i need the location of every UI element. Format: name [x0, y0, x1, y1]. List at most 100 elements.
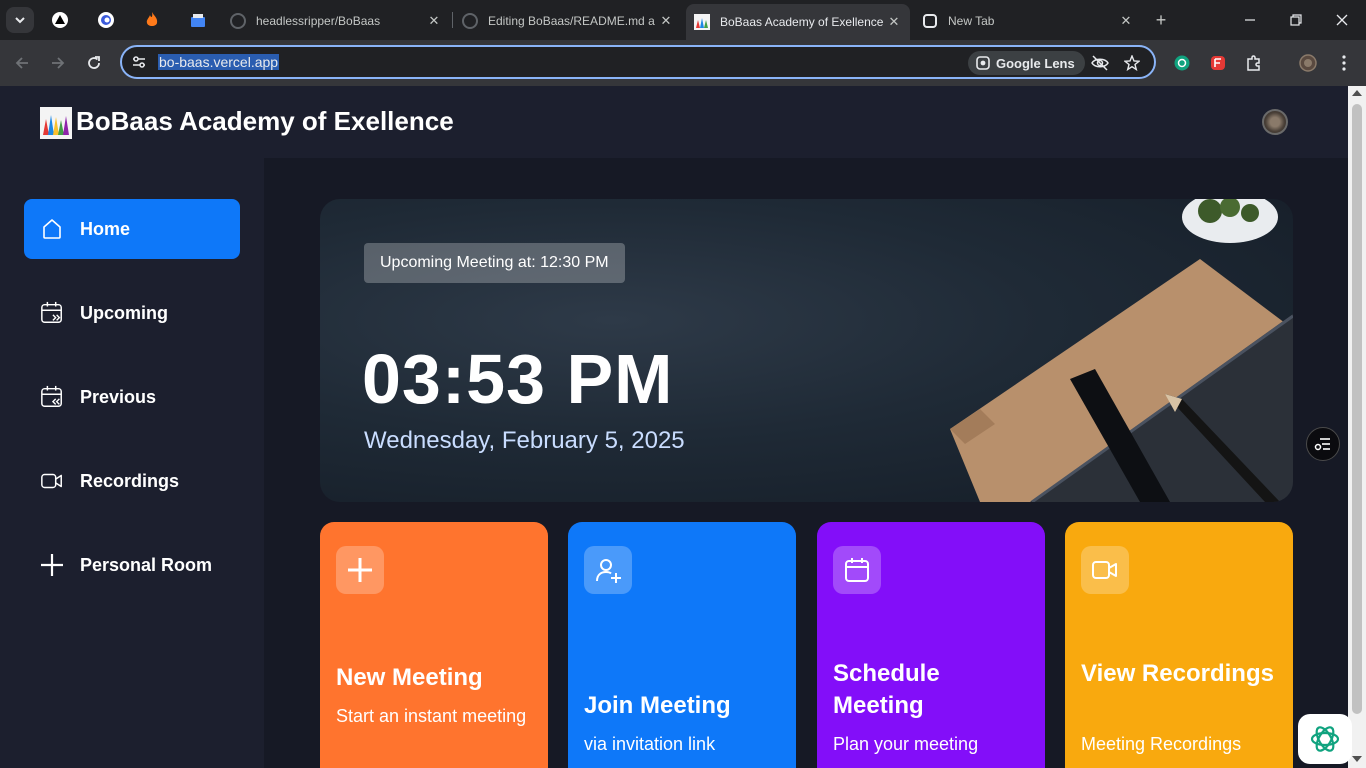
pinned-tab-3[interactable]: [140, 8, 164, 32]
card-title: Join Meeting: [584, 692, 731, 719]
github-icon: [230, 13, 246, 29]
tab-divider: [452, 12, 453, 28]
upcoming-meeting-badge: Upcoming Meeting at: 12:30 PM: [364, 243, 625, 283]
sidebar-item-label: Personal Room: [80, 554, 213, 575]
site-logo-icon: [694, 14, 710, 30]
close-icon[interactable]: ✕: [658, 13, 674, 29]
new-meeting-card[interactable]: New Meeting Start an instant meeting: [320, 522, 548, 768]
page-scrollbar[interactable]: [1348, 86, 1366, 768]
scroll-up-icon[interactable]: [1352, 90, 1362, 96]
add-user-icon: [584, 546, 632, 594]
restore-button[interactable]: [1284, 8, 1308, 32]
sidebar-item-label: Previous: [80, 386, 157, 407]
hero-notebook-illustration: [950, 199, 1293, 502]
scroll-down-icon[interactable]: [1352, 756, 1362, 762]
browser-toolbar: bo-baas.vercel.app Google Lens: [0, 40, 1366, 86]
triangle-logo-icon: [52, 12, 68, 28]
store-icon: [191, 14, 205, 27]
close-window-button[interactable]: [1330, 8, 1354, 32]
scroll-thumb[interactable]: [1352, 104, 1362, 714]
browser-menu-icon[interactable]: [1333, 52, 1355, 74]
bookmark-star-icon[interactable]: [1122, 53, 1142, 73]
tab-title: New Tab: [948, 14, 995, 28]
sidebar-item-label: Recordings: [80, 470, 180, 491]
pinned-tab-4[interactable]: [186, 8, 210, 32]
current-date: Wednesday, February 5, 2025: [364, 427, 685, 454]
url-text[interactable]: bo-baas.vercel.app: [158, 54, 280, 70]
tab-search-button[interactable]: [6, 7, 34, 33]
sidebar-item-personal-room[interactable]: Personal Room: [24, 535, 240, 595]
chatgpt-extension-icon[interactable]: [1171, 52, 1193, 74]
video-icon: [1081, 546, 1129, 594]
close-icon[interactable]: ✕: [886, 14, 902, 30]
forward-button[interactable]: [46, 51, 70, 75]
schedule-meeting-card[interactable]: Schedule Meeting Plan your meeting: [817, 522, 1045, 768]
back-button[interactable]: [10, 51, 34, 75]
close-icon: [1336, 14, 1348, 26]
card-subtitle: Start an instant meeting: [336, 706, 527, 726]
tab-new-tab[interactable]: New Tab ✕: [914, 6, 1142, 36]
fire-icon: [146, 12, 158, 26]
floating-menu-button[interactable]: [1306, 427, 1340, 461]
chevron-down-icon: [15, 17, 25, 24]
sidebar: Home Upcoming Previous Recordings Person…: [0, 158, 264, 768]
close-icon[interactable]: ✕: [1118, 13, 1134, 29]
reload-icon: [88, 56, 100, 69]
tab-editing-readme[interactable]: Editing BoBaas/README.md a ✕: [454, 6, 682, 36]
join-meeting-card[interactable]: Join Meeting via invitation link: [568, 522, 796, 768]
plus-icon: [40, 553, 64, 577]
pinned-tab-1[interactable]: [48, 8, 72, 32]
site-info-icon[interactable]: [130, 53, 148, 71]
lens-label: Google Lens: [996, 55, 1075, 71]
new-tab-icon: [922, 13, 938, 29]
card-title: View Recordings: [1081, 660, 1274, 687]
arrow-left-icon: [15, 57, 28, 69]
sidebar-item-label: Home: [80, 218, 131, 239]
minimize-button[interactable]: [1238, 8, 1262, 32]
video-icon: [40, 469, 64, 493]
red-extension-icon[interactable]: [1207, 52, 1229, 74]
tab-github-repo[interactable]: headlessripper/BoBaas ✕: [222, 6, 450, 36]
home-icon: [40, 217, 64, 241]
pinned-tab-2[interactable]: [94, 8, 118, 32]
chatgpt-logo-icon: [1310, 726, 1340, 752]
new-tab-button[interactable]: +: [1150, 9, 1172, 31]
card-title: New Meeting: [336, 664, 483, 691]
user-avatar[interactable]: [1262, 109, 1288, 135]
hero-banner: Upcoming Meeting at: 12:30 PM 03:53 PM W…: [320, 199, 1293, 502]
sidebar-item-home[interactable]: Home: [24, 199, 240, 259]
calendar-forward-icon: [40, 301, 64, 325]
google-lens-button[interactable]: Google Lens: [968, 51, 1085, 75]
web-page: BoBaas Academy of Exellence Home Upcomin…: [0, 86, 1348, 768]
restore-icon: [1290, 14, 1302, 26]
tab-bobaas-academy[interactable]: BoBaas Academy of Exellence ✕: [686, 4, 910, 40]
current-time: 03:53 PM: [362, 340, 674, 418]
sidebar-item-previous[interactable]: Previous: [24, 367, 240, 427]
sidebar-item-upcoming[interactable]: Upcoming: [24, 283, 240, 343]
arrow-right-icon: [52, 57, 65, 69]
github-icon: [462, 13, 478, 29]
close-icon[interactable]: ✕: [426, 13, 442, 29]
eye-off-icon[interactable]: [1090, 53, 1110, 73]
tab-title: Editing BoBaas/README.md a: [488, 14, 655, 28]
card-subtitle: via invitation link: [584, 734, 716, 754]
browser-tabstrip: headlessripper/BoBaas ✕ Editing BoBaas/R…: [0, 0, 1366, 40]
calendar-back-icon: [40, 385, 64, 409]
brand-logo[interactable]: [40, 107, 72, 139]
c-logo-icon: [98, 12, 114, 28]
sidebar-item-label: Upcoming: [80, 302, 168, 323]
calendar-icon: [833, 546, 881, 594]
profile-avatar[interactable]: [1297, 52, 1319, 74]
view-recordings-card[interactable]: View Recordings Meeting Recordings: [1065, 522, 1293, 768]
reload-button[interactable]: [82, 51, 106, 75]
chatgpt-floating-button[interactable]: [1298, 714, 1352, 764]
tab-title: BoBaas Academy of Exellence: [720, 15, 884, 29]
extensions-puzzle-icon[interactable]: [1243, 52, 1265, 74]
card-subtitle: Plan your meeting: [833, 734, 979, 754]
card-title: Schedule Meeting: [833, 660, 940, 719]
address-bar[interactable]: bo-baas.vercel.app Google Lens: [120, 45, 1156, 79]
sidebar-item-recordings[interactable]: Recordings: [24, 451, 240, 511]
app-title[interactable]: BoBaas Academy of Exellence: [76, 106, 454, 137]
top-navbar: BoBaas Academy of Exellence: [0, 86, 1348, 158]
minimize-icon: [1245, 19, 1255, 21]
